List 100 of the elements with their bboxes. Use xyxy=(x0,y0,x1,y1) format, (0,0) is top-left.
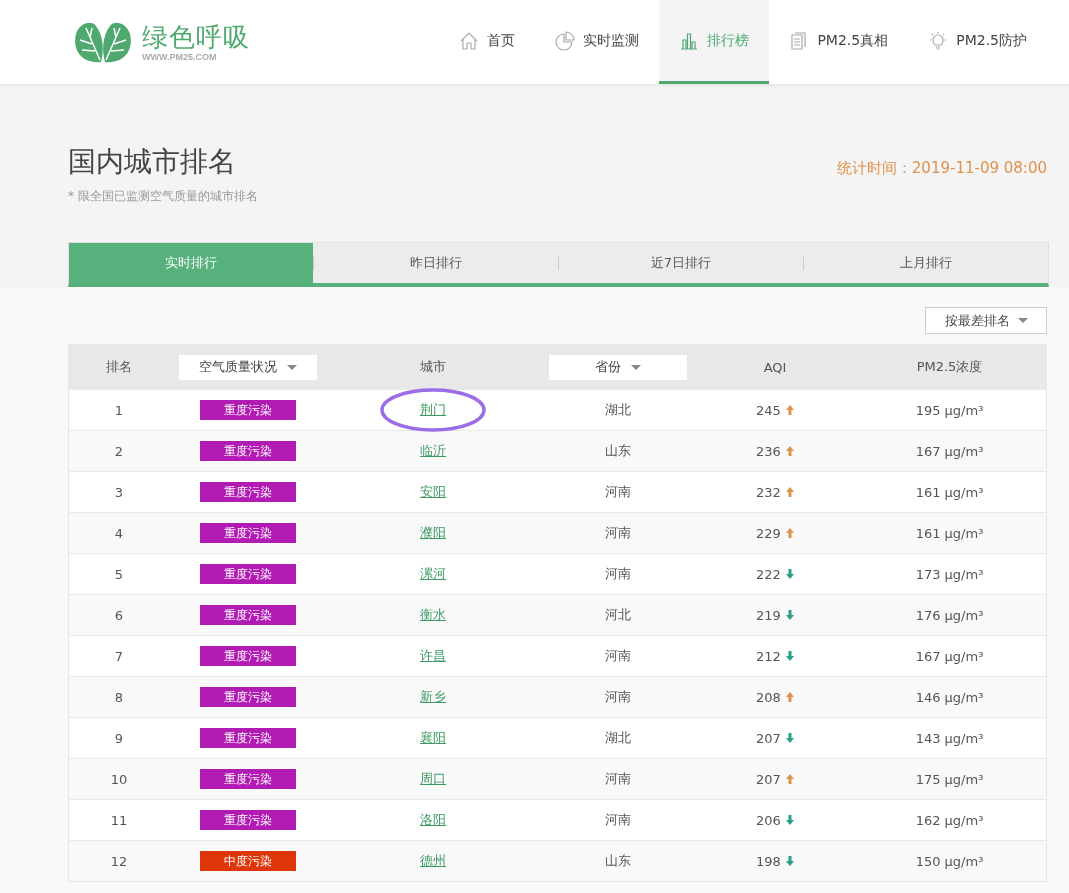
ranking-tab[interactable]: 上月排行 xyxy=(804,243,1048,283)
nav-item[interactable]: 排行榜 xyxy=(659,0,770,84)
pm25-value: 173 μg/m³ xyxy=(915,566,984,582)
column-header: 排名 xyxy=(106,358,132,376)
light-bulb-icon xyxy=(929,30,947,50)
nav-item[interactable]: PM2.5真相 xyxy=(769,0,909,84)
province-cell: 河南 xyxy=(605,770,631,788)
quality-badge: 重度污染 xyxy=(200,482,296,502)
province-cell: 河南 xyxy=(605,811,631,829)
quality-badge: 重度污染 xyxy=(200,523,296,543)
nav-item[interactable]: 首页 xyxy=(439,0,536,84)
quality-badge: 重度污染 xyxy=(200,646,296,666)
pm25-value: 143 μg/m³ xyxy=(915,730,984,746)
column-header: 城市 xyxy=(420,358,446,376)
city-link[interactable]: 衡水 xyxy=(420,606,446,624)
column-header: AQI xyxy=(763,359,787,375)
site-url: WWW.PM25.COM xyxy=(142,52,218,62)
page-title: 国内城市排名 xyxy=(68,144,236,180)
province-cell: 山东 xyxy=(605,442,631,460)
city-link[interactable]: 安阳 xyxy=(420,483,446,501)
province-cell: 山东 xyxy=(605,852,631,870)
city-link[interactable]: 周口 xyxy=(420,770,446,788)
aqi-value: 222 xyxy=(756,566,781,582)
pm25-value: 161 μg/m³ xyxy=(915,484,984,500)
quality-badge: 重度污染 xyxy=(200,769,296,789)
pm25-value: 175 μg/m³ xyxy=(915,771,984,787)
province-cell: 河南 xyxy=(605,688,631,706)
pm25-value: 162 μg/m³ xyxy=(915,812,984,828)
quality-badge: 重度污染 xyxy=(200,810,296,830)
aqi-value: 245 xyxy=(756,402,781,418)
page-note: * 限全国已监测空气质量的城市排名 xyxy=(68,188,259,205)
city-link[interactable]: 洛阳 xyxy=(420,811,446,829)
quality-badge: 重度污染 xyxy=(200,441,296,461)
home-icon xyxy=(460,31,478,50)
aqi-value: 207 xyxy=(756,771,781,787)
rank-cell: 8 xyxy=(114,689,124,705)
province-cell: 河南 xyxy=(605,483,631,501)
province-cell: 湖北 xyxy=(605,729,631,747)
pm25-value: 150 μg/m³ xyxy=(915,853,984,869)
city-link[interactable]: 濮阳 xyxy=(420,524,446,542)
bar-chart-icon xyxy=(680,32,698,50)
rank-cell: 9 xyxy=(114,730,124,746)
quality-badge: 重度污染 xyxy=(200,605,296,625)
aqi-value: 232 xyxy=(756,484,781,500)
aqi-value: 206 xyxy=(756,812,781,828)
ranking-tab[interactable]: 近7日排行 xyxy=(559,243,803,283)
aqi-value: 208 xyxy=(756,689,781,705)
province-cell: 河南 xyxy=(605,524,631,542)
aqi-value: 198 xyxy=(756,853,781,869)
province-cell: 河南 xyxy=(605,647,631,665)
pm25-value: 176 μg/m³ xyxy=(915,607,984,623)
rank-cell: 2 xyxy=(114,443,124,459)
aqi-value: 212 xyxy=(756,648,781,664)
pie-chart-icon xyxy=(555,30,575,51)
rank-cell: 10 xyxy=(110,771,128,787)
city-link[interactable]: 临沂 xyxy=(420,442,446,460)
rank-cell: 7 xyxy=(114,648,124,664)
quality-badge: 重度污染 xyxy=(200,400,296,420)
column-filter-dropdown[interactable]: 省份 xyxy=(549,354,687,380)
rank-cell: 12 xyxy=(110,853,128,869)
aqi-value: 219 xyxy=(756,607,781,623)
quality-badge: 重度污染 xyxy=(200,687,296,707)
quality-badge: 重度污染 xyxy=(200,564,296,584)
city-link[interactable]: 漯河 xyxy=(420,565,446,583)
pm25-value: 146 μg/m³ xyxy=(915,689,984,705)
province-cell: 河北 xyxy=(605,606,631,624)
pm25-value: 167 μg/m³ xyxy=(915,648,984,664)
city-link[interactable]: 新乡 xyxy=(420,688,446,706)
province-cell: 河南 xyxy=(605,565,631,583)
site-logo-title: 绿色呼吸 xyxy=(142,22,250,52)
aqi-value: 236 xyxy=(756,443,781,459)
ranking-tab[interactable]: 实时排行 xyxy=(69,243,313,283)
rank-cell: 11 xyxy=(110,812,128,828)
caret-icon xyxy=(1017,318,1028,323)
city-link[interactable]: 荆门 xyxy=(420,401,446,419)
rank-cell: 6 xyxy=(114,607,124,623)
nav-item[interactable]: PM2.5防护 xyxy=(908,0,1047,84)
pm25-value: 161 μg/m³ xyxy=(915,525,984,541)
column-header: PM2.5浓度 xyxy=(916,358,983,376)
city-link[interactable]: 德州 xyxy=(420,852,446,870)
ranking-tab[interactable]: 昨日排行 xyxy=(314,243,558,283)
column-filter-dropdown[interactable]: 空气质量状况 xyxy=(179,354,317,380)
sort-dropdown[interactable]: 按最差排名 xyxy=(925,307,1047,334)
nav-item[interactable]: 实时监测 xyxy=(535,0,660,84)
leaf-logo-icon xyxy=(72,20,134,64)
rank-cell: 5 xyxy=(114,566,124,582)
aqi-value: 207 xyxy=(756,730,781,746)
aqi-value: 229 xyxy=(756,525,781,541)
update-time: 统计时间：2019-11-09 08:00 xyxy=(836,159,1047,179)
pm25-value: 167 μg/m³ xyxy=(915,443,984,459)
caret-icon xyxy=(631,364,641,370)
quality-badge: 中度污染 xyxy=(200,851,296,871)
document-icon xyxy=(791,31,806,50)
province-cell: 湖北 xyxy=(605,401,631,419)
quality-badge: 重度污染 xyxy=(200,728,296,748)
pm25-value: 195 μg/m³ xyxy=(915,402,984,418)
city-link[interactable]: 襄阳 xyxy=(420,729,446,747)
rank-cell: 3 xyxy=(114,484,124,500)
caret-icon xyxy=(287,364,297,370)
city-link[interactable]: 许昌 xyxy=(420,647,446,665)
